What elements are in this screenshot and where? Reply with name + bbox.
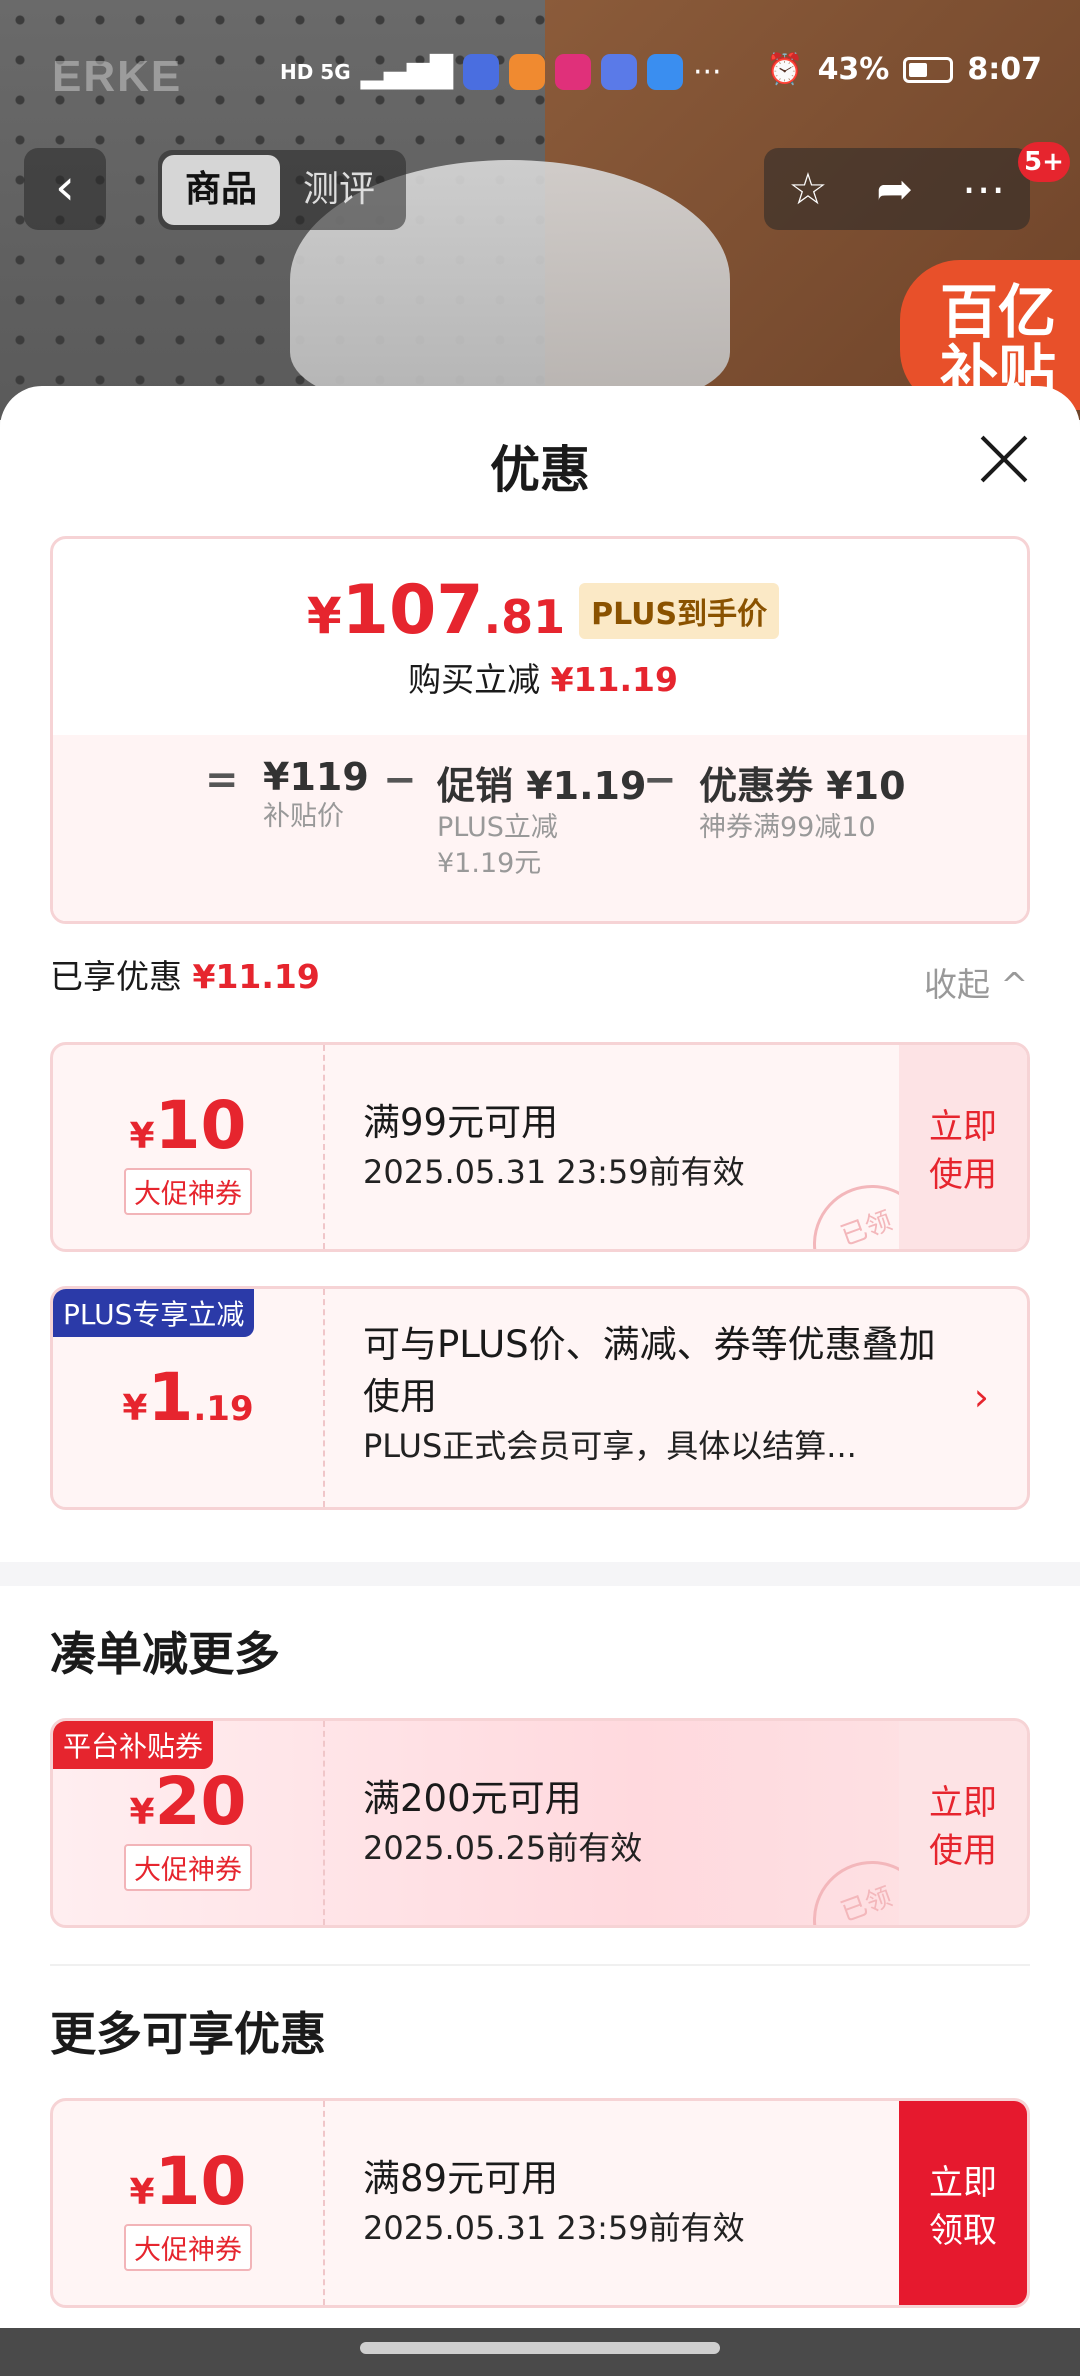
share-icon[interactable]: ➦ (876, 164, 913, 215)
coupon-condition: 满200元可用 (363, 1777, 582, 1820)
platform-coupon-card: 平台补贴券 ¥20 大促神券 满200元可用 2025.05.25前有效 已领 … (50, 1718, 1030, 1928)
discount-sheet: 优惠 ¥107.81 PLUS到手价 购买立减 ¥11.19 = ¥119 补贴… (0, 386, 1080, 2376)
signal-icon: ▂▄▆█ (360, 54, 453, 90)
star-icon[interactable]: ☆ (788, 164, 827, 215)
back-button[interactable]: ‹ (24, 148, 106, 230)
claim-now-button[interactable]: 立即 领取 (899, 2101, 1027, 2305)
more-notifications-icon: ··· (692, 54, 722, 90)
more-icon[interactable]: ⋯ (962, 164, 1006, 215)
app-notification-icon (600, 54, 637, 90)
promo-discount: 促销 ¥1.19 PLUS立减 ¥1.19元 (437, 764, 647, 879)
nav-actions: ☆ ➦ ⋯ (764, 148, 1030, 230)
coupon-type-label: 大促神券 (124, 2224, 252, 2271)
cart-badge: 5+ (1018, 142, 1070, 182)
battery-percent: 43% (817, 52, 890, 87)
coupon-validity: 2025.05.25前有效 (363, 1829, 643, 1867)
section-title-extra: 更多可享优惠 (50, 2007, 326, 2061)
system-nav-bar (0, 2328, 1080, 2376)
sheet-title: 优惠 (490, 441, 590, 499)
claimable-coupon-card: ¥10 大促神券 满89元可用 2025.05.31 23:59前有效 立即 领… (50, 2098, 1030, 2308)
section-title-more: 凑单减更多 (50, 1627, 280, 1681)
tab-product[interactable]: 商品 (162, 155, 280, 225)
coupon-discount: 优惠券 ¥10 神券满99减10 (699, 764, 906, 843)
coupon-condition: 满89元可用 (363, 2157, 559, 2200)
clock: 8:07 (967, 52, 1042, 87)
coupon-amount: ¥1.19 (122, 1359, 254, 1436)
app-notification-icon (462, 54, 499, 90)
coupon-type-label: 大促神券 (124, 1168, 252, 1215)
plus-price-tag: PLUS到手价 (579, 582, 780, 639)
battery-icon (903, 56, 954, 83)
coupon-amount: ¥10 (129, 2143, 247, 2220)
section-divider (0, 1562, 1080, 1586)
cloud-icon (646, 54, 683, 90)
coupon-note: PLUS正式会员可享，具体以结算... (363, 1427, 857, 1465)
price-summary-card: ¥107.81 PLUS到手价 购买立减 ¥11.19 = ¥119 补贴价 −… (50, 536, 1030, 924)
status-bar: HD 5G ▂▄▆█ ··· ⏰ 43% 8:07 (0, 48, 1080, 100)
coupon-type-label: 大促神券 (124, 1844, 252, 1891)
tab-bar: 商品 测评 (158, 150, 406, 230)
coupon-amount: ¥10 (129, 1087, 247, 1164)
divider (50, 1964, 1030, 1966)
price-breakdown: = ¥119 补贴价 − 促销 ¥1.19 PLUS立减 ¥1.19元 − 优惠… (53, 735, 1027, 921)
coupon-amount: ¥20 (129, 1763, 247, 1840)
chevron-right-icon: › (973, 1375, 989, 1419)
use-now-button[interactable]: 立即 使用 (899, 1721, 1027, 1925)
buy-discount: 购买立减 ¥11.19 (408, 660, 678, 699)
close-icon[interactable] (978, 432, 1030, 484)
app-notification-icon (554, 54, 591, 90)
collapse-toggle[interactable]: 收起 ^ (924, 958, 1028, 1006)
base-price: ¥119 补贴价 (263, 755, 369, 832)
final-price: ¥107.81 (306, 571, 566, 650)
enjoyed-discount: 已享优惠 ¥11.19 (50, 957, 320, 996)
chevron-left-icon: ‹ (55, 158, 75, 216)
alarm-icon: ⏰ (766, 52, 804, 87)
coupon-condition: 可与PLUS价、满减、券等优惠叠加使用 (363, 1323, 936, 1418)
coupon-validity: 2025.05.31 23:59前有效 (363, 2209, 745, 2247)
plus-discount-card[interactable]: PLUS专享立减 ¥1.19 可与PLUS价、满减、券等优惠叠加使用 PLUS正… (50, 1286, 1030, 1510)
network-indicator: HD 5G (280, 60, 351, 84)
home-gesture-bar[interactable] (360, 2342, 720, 2354)
coupon-card: ¥10 大促神券 满99元可用 2025.05.31 23:59前有效 已领 立… (50, 1042, 1030, 1252)
app-notification-icon (508, 54, 545, 90)
tab-reviews[interactable]: 测评 (280, 155, 398, 225)
coupon-condition: 满99元可用 (363, 1101, 559, 1144)
use-now-button[interactable]: 立即 使用 (899, 1045, 1027, 1249)
coupon-validity: 2025.05.31 23:59前有效 (363, 1153, 745, 1191)
